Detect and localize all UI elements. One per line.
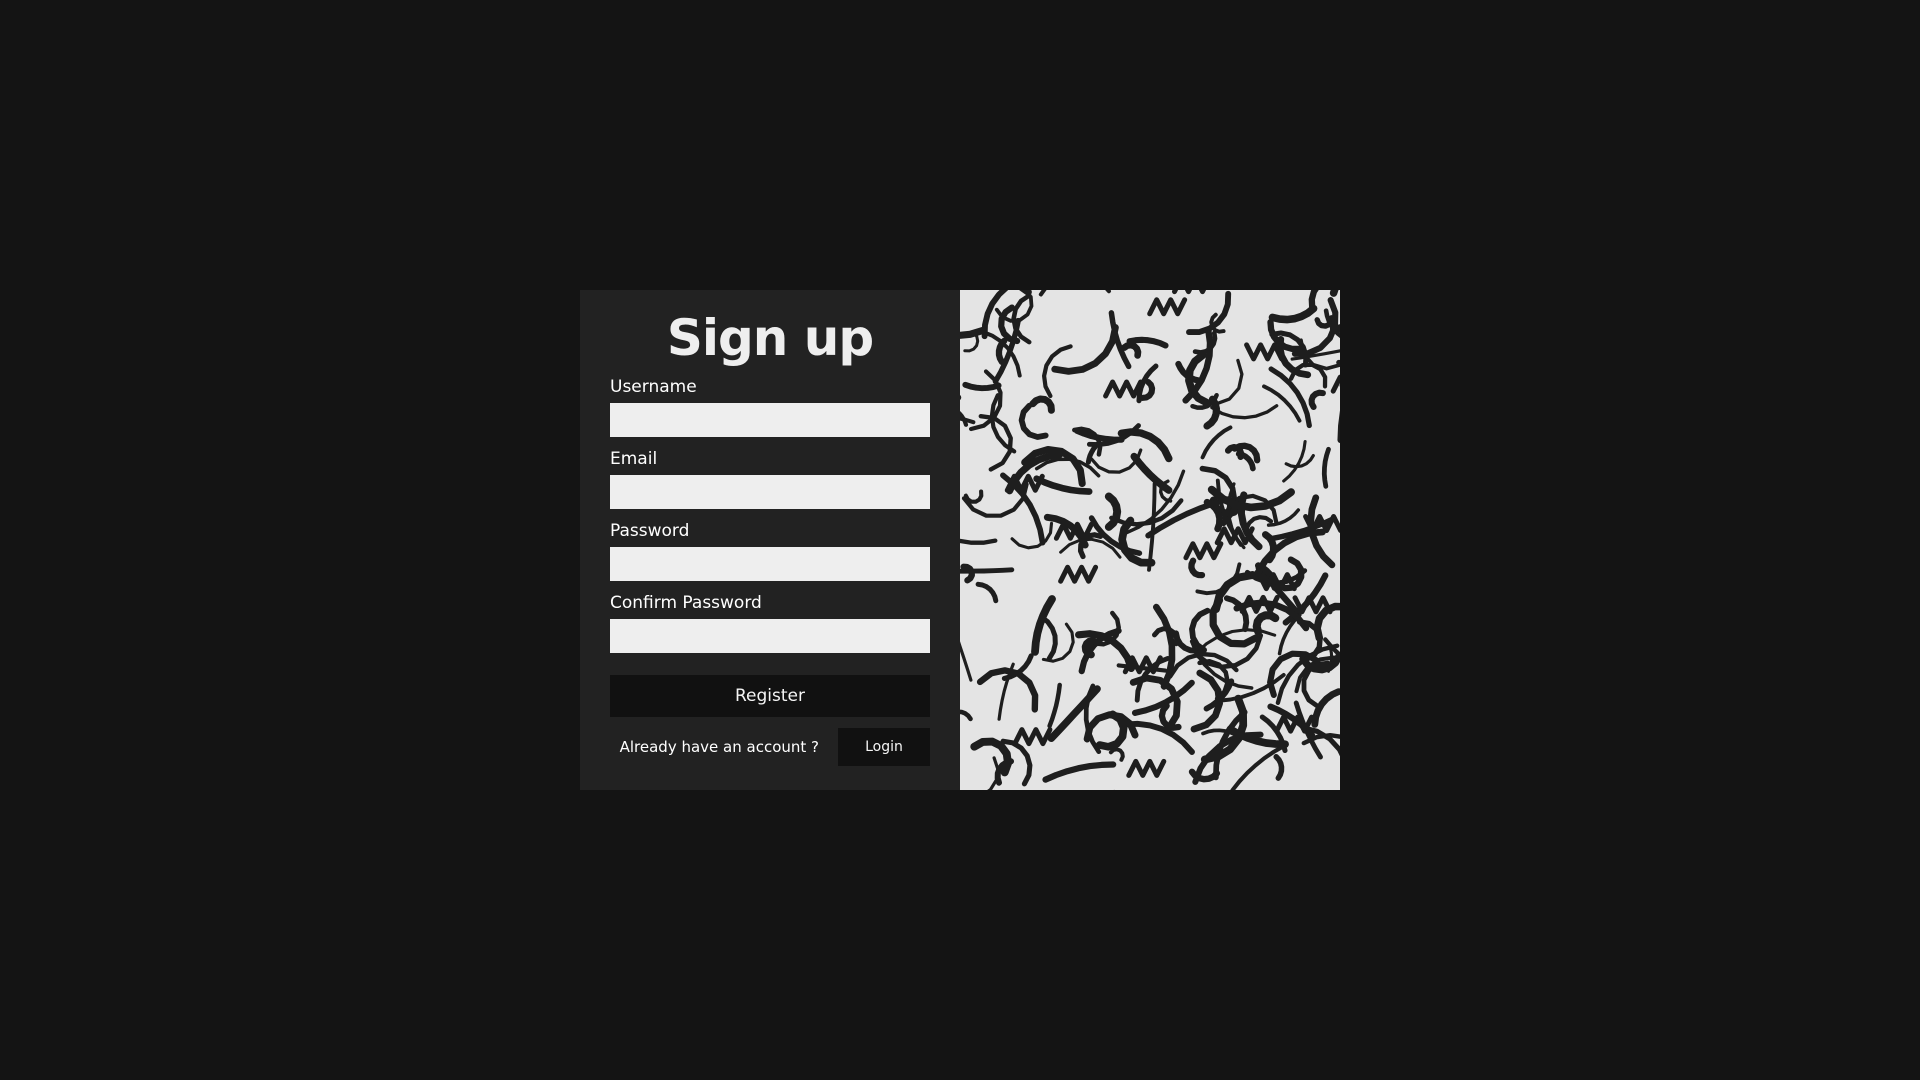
pattern-stroke [1329, 290, 1339, 297]
pattern-stroke [1268, 304, 1318, 324]
pattern-stroke [987, 756, 1000, 790]
pattern-stroke [1029, 395, 1055, 414]
pattern-stroke [960, 641, 973, 682]
pattern-stroke [1207, 485, 1295, 512]
pattern-stroke [960, 538, 998, 545]
confirm-password-group: Confirm Password [610, 593, 930, 653]
pattern-zigzag [1012, 727, 1053, 747]
pattern-stroke [970, 737, 1012, 777]
username-input[interactable] [610, 403, 930, 437]
pattern-stroke [1224, 443, 1245, 461]
signup-form: Sign up Username Email Password Confirm … [580, 290, 960, 790]
pattern-zigzag [1053, 521, 1094, 541]
login-button[interactable]: Login [838, 728, 930, 766]
pattern-stroke [960, 326, 988, 339]
email-label: Email [610, 449, 658, 469]
pattern-zigzag [1058, 564, 1099, 584]
pattern-stroke [1147, 481, 1157, 572]
squiggle-pattern [960, 290, 1340, 790]
pattern-zigzag [1103, 379, 1144, 399]
pattern-stroke [1083, 711, 1139, 743]
password-label: Password [610, 521, 690, 541]
pattern-stroke [1038, 290, 1111, 297]
pattern-stroke [1018, 402, 1049, 440]
pattern-stroke [960, 709, 973, 722]
pattern-zigzag [1274, 714, 1315, 734]
pattern-stroke [1010, 521, 1054, 550]
pattern-zigzag [1126, 758, 1167, 778]
pattern-stroke [1273, 754, 1285, 781]
pattern-zigzag [1244, 342, 1285, 362]
pattern-stroke [1153, 603, 1176, 690]
pattern-zigzag [1183, 541, 1224, 561]
pattern-stroke [1195, 562, 1242, 596]
pattern-stroke [1308, 389, 1326, 411]
pattern-zigzag [1330, 374, 1340, 394]
password-input[interactable] [610, 547, 930, 581]
page-title: Sign up [666, 309, 874, 367]
confirm-password-label: Confirm Password [610, 593, 762, 613]
pattern-stroke [1047, 682, 1062, 729]
pattern-stroke [975, 581, 999, 604]
decorative-pattern-image [960, 290, 1340, 790]
confirm-password-input[interactable] [610, 619, 930, 653]
pattern-stroke [1188, 557, 1206, 579]
password-group: Password [610, 521, 930, 581]
login-row: Already have an account ? Login [610, 728, 930, 766]
pattern-stroke [1073, 427, 1125, 443]
pattern-stroke [1230, 744, 1286, 790]
signup-card: Sign up Username Email Password Confirm … [580, 290, 1340, 790]
register-button[interactable]: Register [610, 675, 930, 717]
email-input[interactable] [610, 475, 930, 509]
username-group: Username [610, 377, 930, 437]
login-prompt: Already have an account ? [619, 738, 819, 756]
username-label: Username [610, 377, 697, 397]
pattern-stroke [1321, 446, 1331, 489]
pattern-zigzag [1147, 297, 1188, 317]
pattern-stroke [1186, 290, 1232, 336]
pattern-zigzag [1172, 290, 1207, 295]
pattern-stroke [1042, 761, 1117, 783]
pattern-stroke [1130, 452, 1173, 494]
pattern-stroke [1121, 341, 1142, 359]
pattern-zigzag [1239, 594, 1280, 614]
pattern-stroke [1108, 747, 1125, 762]
pattern-stroke [960, 410, 969, 427]
pattern-stroke [1252, 611, 1280, 636]
pattern-stroke [962, 381, 1002, 392]
pattern-stroke [1210, 404, 1279, 420]
pattern-stroke [960, 567, 1015, 574]
email-group: Email [610, 449, 930, 509]
pattern-stroke [1282, 439, 1307, 483]
pattern-stroke [1041, 622, 1075, 663]
pattern-stroke [1104, 492, 1122, 531]
pattern-stroke [1311, 688, 1340, 728]
